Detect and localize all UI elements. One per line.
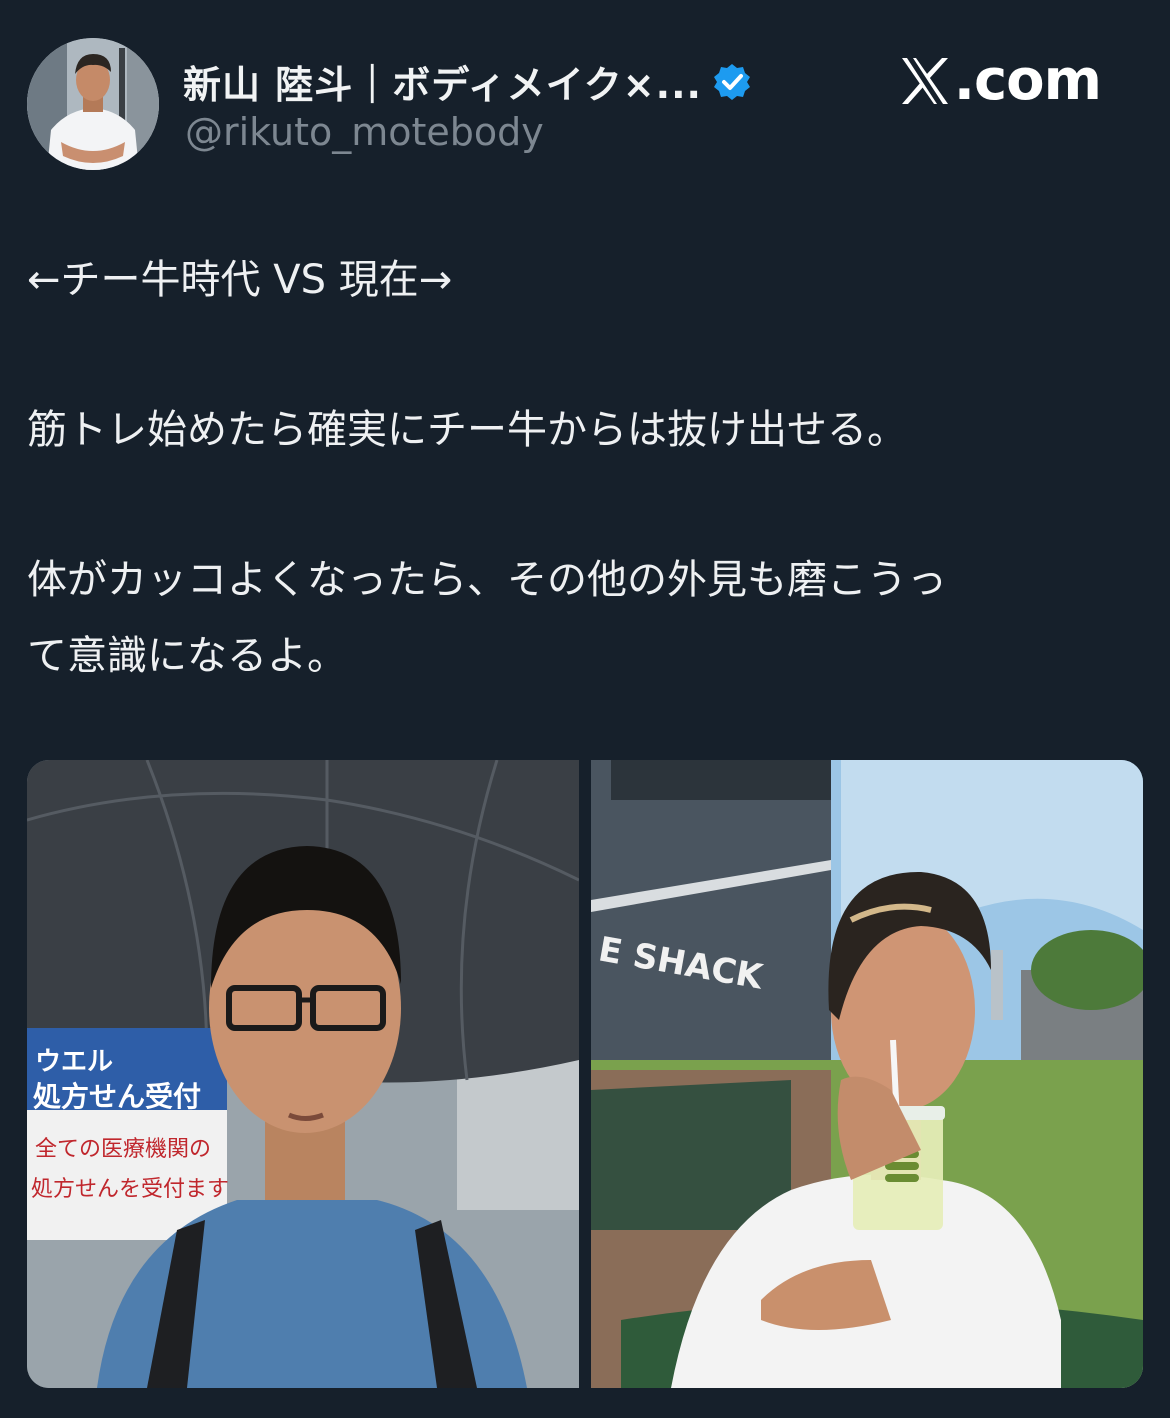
display-name[interactable]: 新山 陸斗｜ボディメイク×... — [183, 54, 702, 109]
tweet-header: 新山 陸斗｜ボディメイク×... @rikuto_motebody .com — [27, 38, 1143, 172]
avatar[interactable] — [27, 38, 159, 170]
before-photo[interactable]: ウエル 処方せん受付 全ての医療機関の 処方せんを受付ます — [27, 760, 579, 1388]
sign-text: 処方せん受付 — [33, 1080, 201, 1113]
sign-text: 全ての医療機関の — [35, 1137, 211, 1162]
site-logo: .com — [898, 48, 1102, 113]
tweet-text-line: ←チー牛時代 VS 現在→ — [27, 257, 453, 303]
verified-badge-icon — [713, 63, 750, 100]
site-logo-text: .com — [953, 48, 1102, 113]
tweet-text-line: 体がカッコよくなったら、その他の外見も磨こうっ — [27, 557, 947, 603]
tweet-text-line: て意識になるよ。 — [27, 633, 347, 679]
sign-text: ウエル — [35, 1047, 113, 1077]
tweet-media: ウエル 処方せん受付 全ての医療機関の 処方せんを受付ます E SHACK — [27, 760, 1143, 1388]
x-logo-icon — [901, 57, 948, 104]
user-handle[interactable]: @rikuto_motebody — [185, 110, 544, 154]
sign-text: 処方せんを受付ます — [31, 1177, 229, 1202]
tweet-text-line: 筋トレ始めたら確実にチー牛からは抜け出せる。 — [27, 407, 907, 453]
after-photo[interactable]: E SHACK — [591, 760, 1143, 1388]
